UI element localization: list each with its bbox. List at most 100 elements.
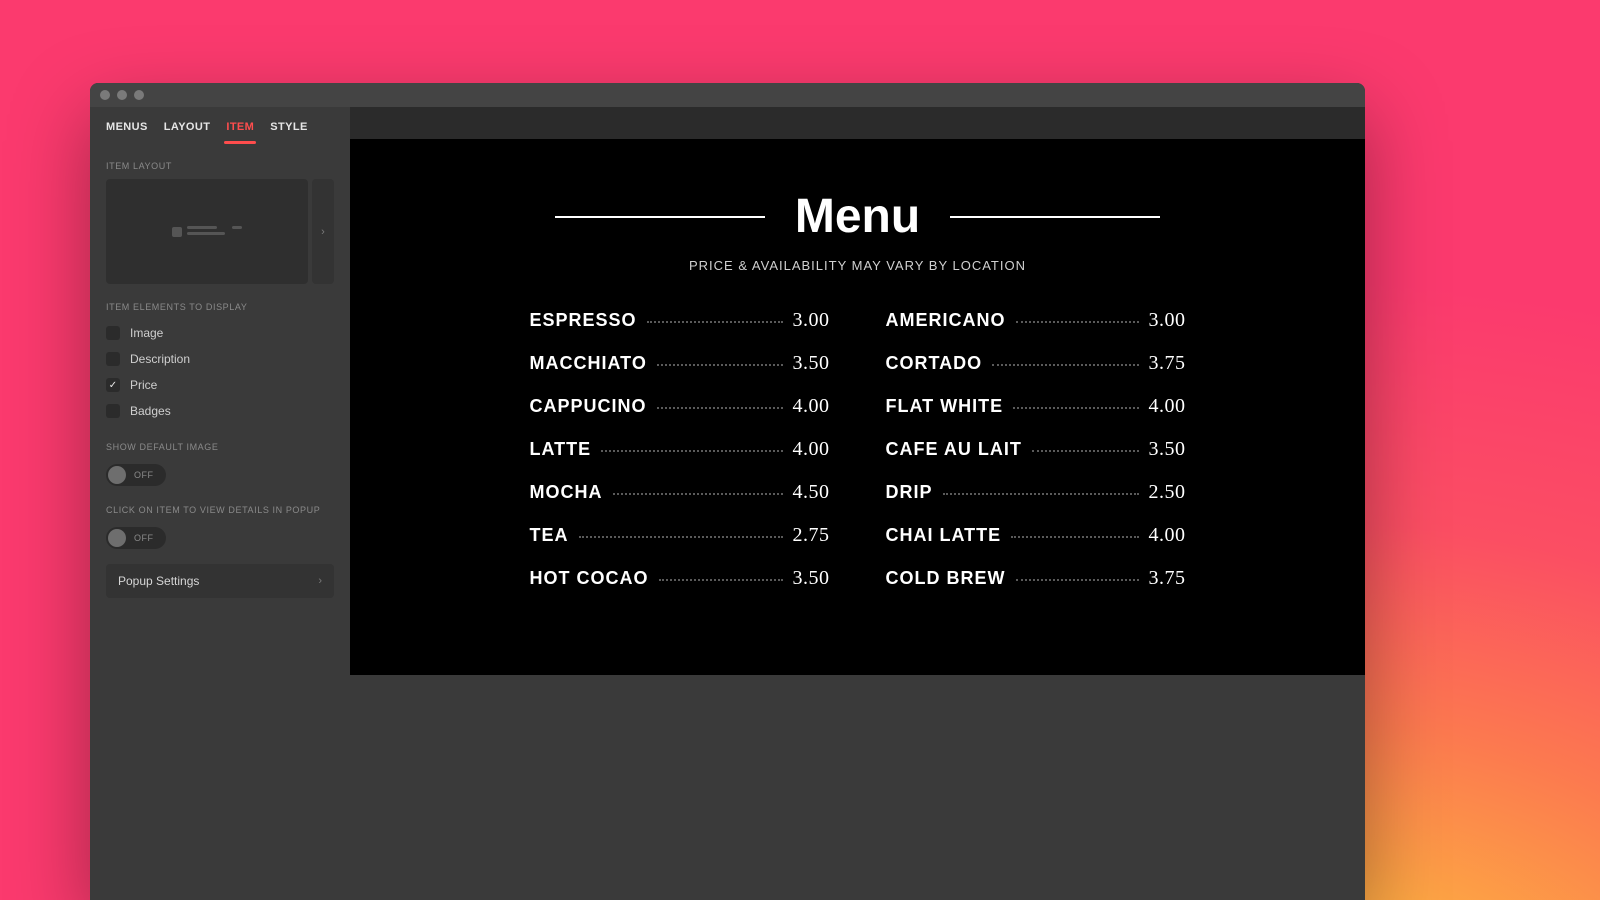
leader-dots — [601, 450, 782, 452]
popup-toggle[interactable]: OFF — [106, 527, 166, 549]
leader-dots — [647, 321, 783, 323]
tab-menus[interactable]: MENUS — [106, 121, 148, 143]
menu-preview: Menu PRICE & AVAILABILITY MAY VARY BY LO… — [350, 139, 1365, 675]
menu-item-name: TEA — [530, 525, 569, 546]
menu-item-name: ESPRESSO — [530, 310, 637, 331]
menu-item[interactable]: TEA 2.75 — [530, 524, 830, 547]
menu-item-name: HOT COCAO — [530, 568, 649, 589]
checkbox-icon — [106, 326, 120, 340]
menu-item-price: 3.75 — [1149, 567, 1186, 590]
menu-item[interactable]: FLAT WHITE 4.00 — [886, 395, 1186, 418]
leader-dots — [657, 364, 783, 366]
menu-item-price: 4.00 — [793, 438, 830, 461]
tab-item[interactable]: ITEM — [226, 121, 254, 143]
menu-item-price: 3.00 — [793, 309, 830, 332]
preview-footer-area — [350, 675, 1365, 900]
leader-dots — [579, 536, 783, 538]
settings-sidebar: MENUS LAYOUT ITEM STYLE ITEM LAYOUT — [90, 107, 350, 900]
popup-settings-row[interactable]: Popup Settings › — [106, 564, 334, 598]
menu-item-price: 3.50 — [793, 567, 830, 590]
popup-toggle-state: OFF — [134, 533, 164, 543]
menu-item[interactable]: MACCHIATO 3.50 — [530, 352, 830, 375]
default-image-toggle[interactable]: OFF — [106, 464, 166, 486]
menu-item[interactable]: ESPRESSO 3.00 — [530, 309, 830, 332]
leader-dots — [657, 407, 783, 409]
checkbox-icon — [106, 352, 120, 366]
element-toggle-description[interactable]: Description — [90, 346, 350, 372]
window-close-icon[interactable] — [100, 90, 110, 100]
menu-subtitle: PRICE & AVAILABILITY MAY VARY BY LOCATIO… — [390, 258, 1325, 273]
menu-item-name: CORTADO — [886, 353, 983, 374]
checkbox-icon — [106, 378, 120, 392]
menu-item-price: 4.00 — [1149, 524, 1186, 547]
menu-item[interactable]: CORTADO 3.75 — [886, 352, 1186, 375]
section-popup-label: CLICK ON ITEM TO VIEW DETAILS IN POPUP — [90, 487, 350, 523]
toggle-knob-icon — [108, 529, 126, 547]
menu-item-name: LATTE — [530, 439, 592, 460]
menu-item-name: DRIP — [886, 482, 933, 503]
tab-style[interactable]: STYLE — [270, 121, 307, 143]
menu-column: AMERICANO 3.00 CORTADO 3.75 FLAT WHITE 4.00 CA… — [886, 309, 1186, 590]
item-layout-preview — [172, 226, 242, 237]
menu-item[interactable]: CAPPUCINO4.00 — [530, 395, 830, 418]
section-item-layout-label: ITEM LAYOUT — [90, 143, 350, 179]
default-image-toggle-state: OFF — [134, 470, 164, 480]
menu-item-name: CAPPUCINO — [530, 396, 647, 417]
item-layout-next-button[interactable]: › — [312, 179, 334, 284]
element-toggle-badges[interactable]: Badges — [90, 398, 350, 424]
divider-right — [950, 216, 1160, 218]
menu-item-name: FLAT WHITE — [886, 396, 1004, 417]
leader-dots — [659, 579, 783, 581]
menu-item-name: AMERICANO — [886, 310, 1006, 331]
menu-column: ESPRESSO3.00MACCHIATO3.50CAPPUCINO4.00LA… — [530, 309, 830, 590]
chevron-right-icon: › — [321, 226, 325, 238]
element-toggle-label: Description — [130, 352, 190, 366]
popup-settings-label: Popup Settings — [118, 574, 199, 588]
menu-item-price: 4.00 — [1149, 395, 1186, 418]
menu-item[interactable]: LATTE 4.00 — [530, 438, 830, 461]
checkbox-icon — [106, 404, 120, 418]
menu-item[interactable]: COLD BREW 3.75 — [886, 567, 1186, 590]
app-window: MENUS LAYOUT ITEM STYLE ITEM LAYOUT — [90, 83, 1365, 900]
menu-item-price: 3.50 — [1149, 438, 1186, 461]
window-titlebar — [90, 83, 1365, 107]
menu-title: Menu — [795, 189, 920, 244]
leader-dots — [1013, 407, 1138, 409]
chevron-right-icon: › — [318, 575, 322, 587]
menu-item[interactable]: CHAI LATTE 4.00 — [886, 524, 1186, 547]
element-toggle-label: Badges — [130, 404, 171, 418]
leader-dots — [1032, 450, 1139, 452]
leader-dots — [992, 364, 1138, 366]
window-zoom-icon[interactable] — [134, 90, 144, 100]
element-toggle-label: Image — [130, 326, 163, 340]
element-toggle-image[interactable]: Image — [90, 320, 350, 346]
window-minimize-icon[interactable] — [117, 90, 127, 100]
menu-header: Menu — [390, 189, 1325, 244]
menu-item[interactable]: AMERICANO 3.00 — [886, 309, 1186, 332]
menu-item-name: CAFE AU LAIT — [886, 439, 1022, 460]
menu-item[interactable]: HOT COCAO 3.50 — [530, 567, 830, 590]
menu-columns: ESPRESSO3.00MACCHIATO3.50CAPPUCINO4.00LA… — [390, 309, 1325, 590]
element-toggle-price[interactable]: Price — [90, 372, 350, 398]
menu-item-price: 3.00 — [1149, 309, 1186, 332]
sidebar-tabs: MENUS LAYOUT ITEM STYLE — [90, 107, 350, 143]
menu-item-price: 3.75 — [1149, 352, 1186, 375]
menu-item-name: MACCHIATO — [530, 353, 647, 374]
preview-pane: Menu PRICE & AVAILABILITY MAY VARY BY LO… — [350, 107, 1365, 900]
menu-item-name: CHAI LATTE — [886, 525, 1002, 546]
leader-dots — [943, 493, 1139, 495]
tab-layout[interactable]: LAYOUT — [164, 121, 211, 143]
menu-item-name: COLD BREW — [886, 568, 1006, 589]
element-toggle-label: Price — [130, 378, 157, 392]
leader-dots — [1016, 321, 1139, 323]
item-layout-option[interactable] — [106, 179, 308, 284]
menu-item-price: 2.75 — [793, 524, 830, 547]
menu-item-price: 3.50 — [793, 352, 830, 375]
menu-item[interactable]: CAFE AU LAIT 3.50 — [886, 438, 1186, 461]
leader-dots — [613, 493, 783, 495]
preview-header-bar — [350, 107, 1365, 139]
menu-item[interactable]: DRIP2.50 — [886, 481, 1186, 504]
menu-item-price: 4.50 — [793, 481, 830, 504]
menu-item[interactable]: MOCHA4.50 — [530, 481, 830, 504]
leader-dots — [1016, 579, 1139, 581]
